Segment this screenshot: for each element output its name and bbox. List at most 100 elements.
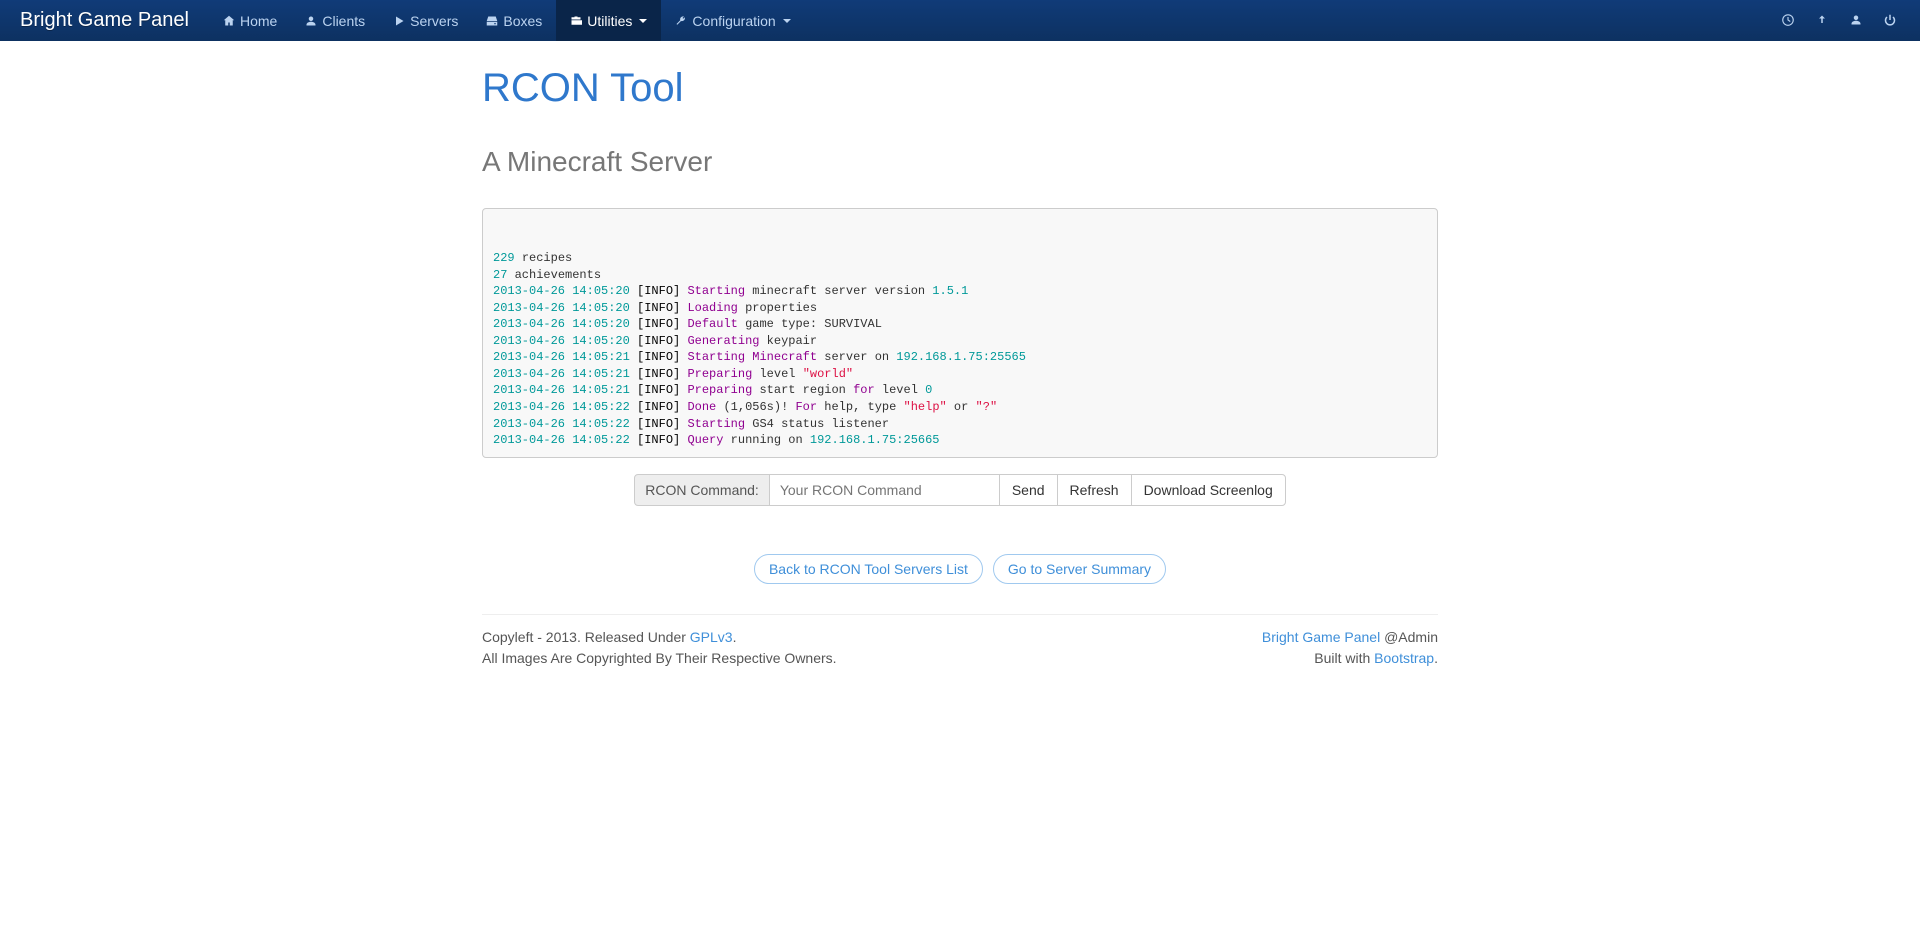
log-num: 192.168.1.75:25565 <box>896 350 1026 364</box>
rcon-label: RCON Command: <box>634 474 770 506</box>
rcon-input[interactable] <box>770 474 1000 506</box>
built-text: Built with <box>1314 650 1374 666</box>
images-text: All Images Are Copyrighted By Their Resp… <box>482 650 837 666</box>
bootstrap-link[interactable]: Bootstrap <box>1374 650 1434 666</box>
nav-configuration[interactable]: Configuration <box>661 0 804 41</box>
log-ts: 2013-04-26 14:05:21 <box>493 350 630 364</box>
log-tag: [INFO] <box>637 317 680 331</box>
achievements-count: 27 <box>493 268 507 282</box>
log-text: server on <box>817 350 896 364</box>
log-ts: 2013-04-26 14:05:22 <box>493 400 630 414</box>
nav-utilities[interactable]: Utilities <box>556 0 661 41</box>
clock-icon[interactable] <box>1778 3 1798 39</box>
gpl-link[interactable]: GPLv3 <box>690 629 733 645</box>
user-icon <box>305 15 317 27</box>
nav-home[interactable]: Home <box>209 0 291 41</box>
log-text: GS4 status listener <box>745 417 889 431</box>
log-kw: Default <box>687 317 737 331</box>
log-text: keypair <box>759 334 817 348</box>
nav-configuration-label: Configuration <box>692 13 775 29</box>
navbar-right <box>1778 3 1900 39</box>
log-kw: Starting <box>687 417 745 431</box>
refresh-button[interactable]: Refresh <box>1057 474 1132 506</box>
copyleft-text: Copyleft - 2013. Released Under <box>482 629 690 645</box>
log-kw: For <box>795 400 817 414</box>
nav-utilities-label: Utilities <box>587 13 632 29</box>
log-ts: 2013-04-26 14:05:20 <box>493 301 630 315</box>
recipes-label: recipes <box>522 251 572 265</box>
log-kw: Preparing <box>687 383 752 397</box>
log-kw: Generating <box>687 334 759 348</box>
log-tag: [INFO] <box>637 433 680 447</box>
divider <box>482 614 1438 615</box>
download-button[interactable]: Download Screenlog <box>1131 474 1286 506</box>
nav-servers[interactable]: Servers <box>379 0 472 41</box>
back-button[interactable]: Back to RCON Tool Servers List <box>754 554 983 584</box>
nav-clients-label: Clients <box>322 13 365 29</box>
log-kw: Starting Minecraft <box>687 350 817 364</box>
bgp-link[interactable]: Bright Game Panel <box>1262 629 1380 645</box>
footer-left: Copyleft - 2013. Released Under GPLv3. A… <box>482 627 837 669</box>
caret-icon <box>783 19 791 23</box>
summary-button[interactable]: Go to Server Summary <box>993 554 1166 584</box>
log-text: (1,056s)! <box>716 400 795 414</box>
rcon-form: RCON Command: Send Refresh Download Scre… <box>482 474 1438 506</box>
log-ts: 2013-04-26 14:05:20 <box>493 284 630 298</box>
log-str: "world" <box>803 367 853 381</box>
log-tag: [INFO] <box>637 417 680 431</box>
log-num: 0 <box>925 383 932 397</box>
log-tag: [INFO] <box>637 400 680 414</box>
log-ts: 2013-04-26 14:05:20 <box>493 317 630 331</box>
footer: Copyleft - 2013. Released Under GPLv3. A… <box>482 627 1438 669</box>
power-icon[interactable] <box>1880 3 1900 39</box>
page-subtitle: A Minecraft Server <box>482 146 1438 178</box>
home-icon <box>223 15 235 27</box>
log-ts: 2013-04-26 14:05:21 <box>493 367 630 381</box>
caret-icon <box>639 19 647 23</box>
nav-clients[interactable]: Clients <box>291 0 379 41</box>
log-ts: 2013-04-26 14:05:22 <box>493 417 630 431</box>
log-text: start region <box>752 383 853 397</box>
upload-icon[interactable] <box>1812 3 1832 39</box>
log-text: or <box>947 400 976 414</box>
log-text: properties <box>738 301 817 315</box>
log-text: minecraft server version <box>745 284 932 298</box>
wrench-icon <box>675 15 687 27</box>
recipes-count: 229 <box>493 251 515 265</box>
log-kw: Preparing <box>687 367 752 381</box>
send-button[interactable]: Send <box>999 474 1058 506</box>
log-output: 229 recipes 27 achievements 2013-04-26 1… <box>482 208 1438 458</box>
log-text: level <box>875 383 925 397</box>
page-title: RCON Tool <box>482 66 1438 111</box>
nav-boxes-label: Boxes <box>503 13 542 29</box>
log-kw: Done <box>687 400 716 414</box>
log-ts: 2013-04-26 14:05:22 <box>493 433 630 447</box>
nav-buttons: Back to RCON Tool Servers List Go to Ser… <box>482 554 1438 584</box>
log-tag: [INFO] <box>637 301 680 315</box>
profile-icon[interactable] <box>1846 3 1866 39</box>
achievements-label: achievements <box>515 268 601 282</box>
log-tag: [INFO] <box>637 367 680 381</box>
play-icon <box>393 15 405 27</box>
admin-text: @Admin <box>1380 629 1438 645</box>
log-tag: [INFO] <box>637 284 680 298</box>
log-text: game type: SURVIVAL <box>738 317 882 331</box>
nav-boxes[interactable]: Boxes <box>472 0 556 41</box>
log-text: running on <box>723 433 809 447</box>
main-container: RCON Tool A Minecraft Server 229 recipes… <box>482 66 1438 669</box>
navbar: Bright Game Panel Home Clients Servers B… <box>0 0 1920 41</box>
log-ts: 2013-04-26 14:05:20 <box>493 334 630 348</box>
log-tag: [INFO] <box>637 350 680 364</box>
log-kw: for <box>853 383 875 397</box>
log-kw: Starting <box>687 284 745 298</box>
nav-servers-label: Servers <box>410 13 458 29</box>
brand[interactable]: Bright Game Panel <box>20 9 209 32</box>
footer-right: Bright Game Panel @Admin Built with Boot… <box>1262 627 1438 669</box>
log-tag: [INFO] <box>637 334 680 348</box>
log-num: 192.168.1.75:25665 <box>810 433 940 447</box>
navbar-left: Bright Game Panel Home Clients Servers B… <box>20 0 805 41</box>
hdd-icon <box>486 15 498 27</box>
nav-home-label: Home <box>240 13 277 29</box>
log-text: level <box>752 367 802 381</box>
log-str: "?" <box>976 400 998 414</box>
